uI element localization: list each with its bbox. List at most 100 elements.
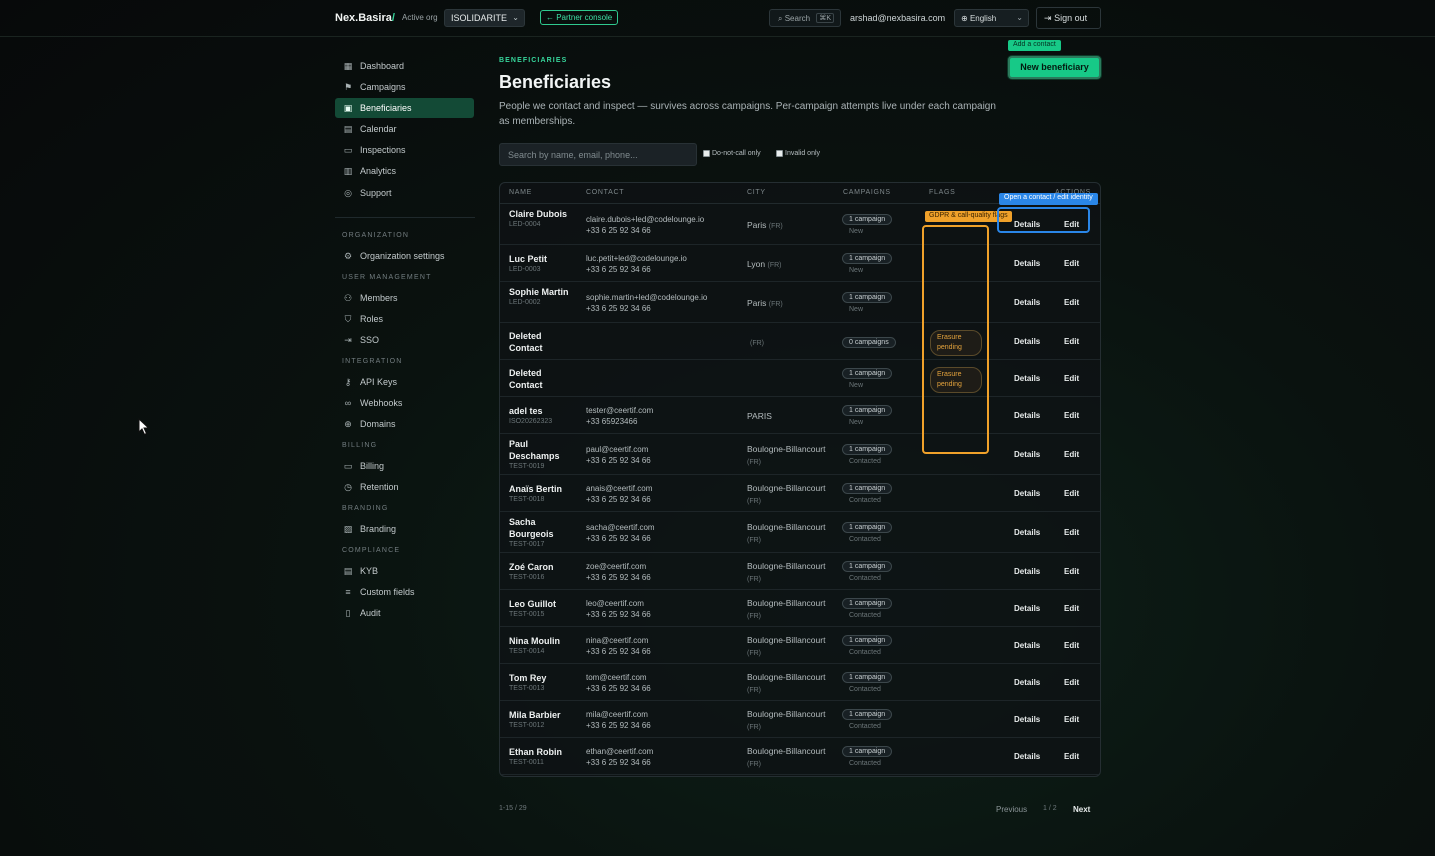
details-button[interactable]: Details (1014, 489, 1040, 498)
campaign-count-badge[interactable]: 1 campaign (842, 292, 893, 303)
campaign-count-badge[interactable]: 1 campaign (842, 746, 893, 757)
sidebar-item-audit[interactable]: ▯ Audit (335, 603, 474, 623)
table-row[interactable]: Paul Deschamps TEST-0019 paul@ceertif.com +… (500, 435, 1100, 475)
table-row[interactable]: Sophie Martin LED-0002 sophie.martin+led@c… (500, 283, 1100, 323)
sidebar-item-beneficiaries[interactable]: ▣ Beneficiaries (335, 98, 474, 119)
table-row[interactable]: Nina Moulin TEST-0014 nina@ceertif.com +33 … (500, 628, 1100, 664)
sidebar-item-custom-fields[interactable]: ≡ Custom fields (335, 582, 474, 602)
details-button[interactable]: Details (1014, 715, 1040, 724)
edit-button[interactable]: Edit (1064, 528, 1079, 537)
edit-button[interactable]: Edit (1064, 450, 1079, 459)
table-row[interactable]: Deleted Contact 1 campaign New Erasure pend… (500, 361, 1100, 397)
edit-button[interactable]: Edit (1064, 752, 1079, 761)
country-code: (FR) (747, 576, 761, 583)
sign-out-button[interactable]: ⇥ Sign out (1036, 7, 1101, 29)
invalid-checkbox[interactable] (776, 150, 783, 157)
table-row[interactable]: Luc Petit LED-0003 luc.petit+led@codeloung… (500, 246, 1100, 282)
sidebar-item-kyb[interactable]: ▤ KYB (335, 561, 474, 581)
table-row[interactable]: Leo Guillot TEST-0015 leo@ceertif.com +33 6… (500, 591, 1100, 627)
edit-button[interactable]: Edit (1064, 489, 1079, 498)
invalid-filter[interactable]: Invalid only (776, 150, 820, 157)
next-page-button[interactable]: Next (1073, 805, 1090, 814)
table-row[interactable]: Zoé Caron TEST-0016 zoe@ceertif.com +33 6 2… (500, 554, 1100, 590)
brand-logo[interactable]: Nex.Basira/ (335, 12, 395, 24)
campaign-count-badge[interactable]: 1 campaign (842, 598, 893, 609)
sidebar-item-analytics[interactable]: ▥ Analytics (335, 161, 474, 181)
details-button[interactable]: Details (1014, 604, 1040, 613)
do-not-call-checkbox[interactable] (703, 150, 710, 157)
sidebar-item-organization-settings[interactable]: ⚙ Organization settings (335, 246, 474, 266)
details-button[interactable]: Details (1014, 374, 1040, 383)
table-row[interactable]: Ethan Robin TEST-0011 ethan@ceertif.com +33… (500, 739, 1100, 775)
details-button[interactable]: Details (1014, 337, 1040, 346)
sidebar-item-label: KYB (360, 566, 379, 577)
edit-button[interactable]: Edit (1064, 411, 1079, 420)
global-search-button[interactable]: ⌕ Search ⌘K (769, 9, 841, 27)
edit-button[interactable]: Edit (1064, 641, 1079, 650)
campaign-count-badge[interactable]: 1 campaign (842, 672, 893, 683)
edit-button[interactable]: Edit (1064, 604, 1079, 613)
sidebar-item-calendar[interactable]: ▤ Calendar (335, 119, 474, 139)
do-not-call-filter[interactable]: Do-not-call only (703, 150, 761, 157)
user-email: arshad@nexbasira.com (850, 13, 946, 23)
campaign-count-badge[interactable]: 0 campaigns (842, 337, 896, 348)
campaign-count-badge[interactable]: 1 campaign (842, 253, 893, 264)
campaign-count-badge[interactable]: 1 campaign (842, 214, 893, 225)
partner-console-button[interactable]: ← Partner console (540, 10, 619, 25)
sidebar-item-sso[interactable]: ⇥ SSO (335, 330, 474, 350)
sidebar-item-webhooks[interactable]: ∞ Webhooks (335, 393, 474, 413)
details-button[interactable]: Details (1014, 641, 1040, 650)
org-select[interactable]: ISOLIDARITE ⌄ (444, 9, 525, 27)
language-select[interactable]: ⊕ English ⌄ (954, 9, 1029, 27)
edit-button[interactable]: Edit (1064, 567, 1079, 576)
edit-button[interactable]: Edit (1064, 337, 1079, 346)
campaign-count-badge[interactable]: 1 campaign (842, 522, 893, 533)
campaign-count-badge[interactable]: 1 campaign (842, 368, 893, 379)
sidebar-item-billing[interactable]: ▭ Billing (335, 456, 474, 476)
table-row[interactable]: Sacha Bourgeois TEST-0017 sacha@ceertif.co… (500, 513, 1100, 553)
beneficiary-search-input[interactable] (499, 143, 697, 166)
details-button[interactable]: Details (1014, 752, 1040, 761)
sidebar-item-support[interactable]: ◎ Support (335, 183, 474, 203)
details-button[interactable]: Details (1014, 450, 1040, 459)
sidebar-item-dashboard[interactable]: ▦ Dashboard (335, 56, 474, 76)
sidebar-item-branding[interactable]: ▨ Branding (335, 519, 474, 539)
sidebar-item-roles[interactable]: ⛉ Roles (335, 309, 474, 329)
details-button[interactable]: Details (1014, 567, 1040, 576)
details-button[interactable]: Details (1014, 298, 1040, 307)
sidebar-item-api-keys[interactable]: ⚷ API Keys (335, 372, 474, 392)
campaign-count-badge[interactable]: 1 campaign (842, 561, 893, 572)
table-row[interactable]: Mila Barbier TEST-0012 mila@ceertif.com +33… (500, 702, 1100, 738)
edit-button[interactable]: Edit (1064, 259, 1079, 268)
sidebar-item-retention[interactable]: ◷ Retention (335, 477, 474, 497)
city: Boulogne-Billancourt (FR) (747, 482, 837, 508)
beneficiary-name: Anaïs Bertin TEST-0018 (509, 483, 573, 505)
details-button[interactable]: Details (1014, 259, 1040, 268)
edit-button[interactable]: Edit (1064, 715, 1079, 724)
campaign-count-badge[interactable]: 1 campaign (842, 444, 893, 455)
campaign-count-badge[interactable]: 1 campaign (842, 405, 893, 416)
beneficiaries-table: NAME CONTACT CITY CAMPAIGNS FLAGS ACTION… (499, 182, 1101, 777)
campaign-count-badge[interactable]: 1 campaign (842, 709, 893, 720)
contact-email: luc.petit+led@codelounge.io (586, 254, 687, 263)
sidebar-item-campaigns[interactable]: ⚑ Campaigns (335, 77, 474, 97)
table-row[interactable]: Anaïs Bertin TEST-0018 anais@ceertif.com +3… (500, 476, 1100, 512)
details-button[interactable]: Details (1014, 528, 1040, 537)
details-button[interactable]: Details (1014, 678, 1040, 687)
table-row[interactable]: Tom Rey TEST-0013 tom@ceertif.com +33 6 25 … (500, 665, 1100, 701)
new-beneficiary-button[interactable]: New beneficiary (1008, 56, 1101, 79)
table-row[interactable]: Deleted Contact (FR) 0 campaigns Erasure p… (500, 324, 1100, 360)
campaigns-cell: 1 campaign Contacted (842, 671, 893, 693)
edit-button[interactable]: Edit (1064, 678, 1079, 687)
sidebar-item-domains[interactable]: ⊕ Domains (335, 414, 474, 434)
sidebar-item-members[interactable]: ⚇ Members (335, 288, 474, 308)
edit-button[interactable]: Edit (1064, 374, 1079, 383)
globe-icon: ⊕ (344, 418, 352, 429)
previous-page-button[interactable]: Previous (996, 805, 1027, 814)
table-row[interactable]: adel tes ISO20262323 tester@ceertif.com +33… (500, 398, 1100, 434)
campaign-count-badge[interactable]: 1 campaign (842, 635, 893, 646)
campaign-count-badge[interactable]: 1 campaign (842, 483, 893, 494)
details-button[interactable]: Details (1014, 411, 1040, 420)
sidebar-item-inspections[interactable]: ▭ Inspections (335, 140, 474, 160)
edit-button[interactable]: Edit (1064, 298, 1079, 307)
